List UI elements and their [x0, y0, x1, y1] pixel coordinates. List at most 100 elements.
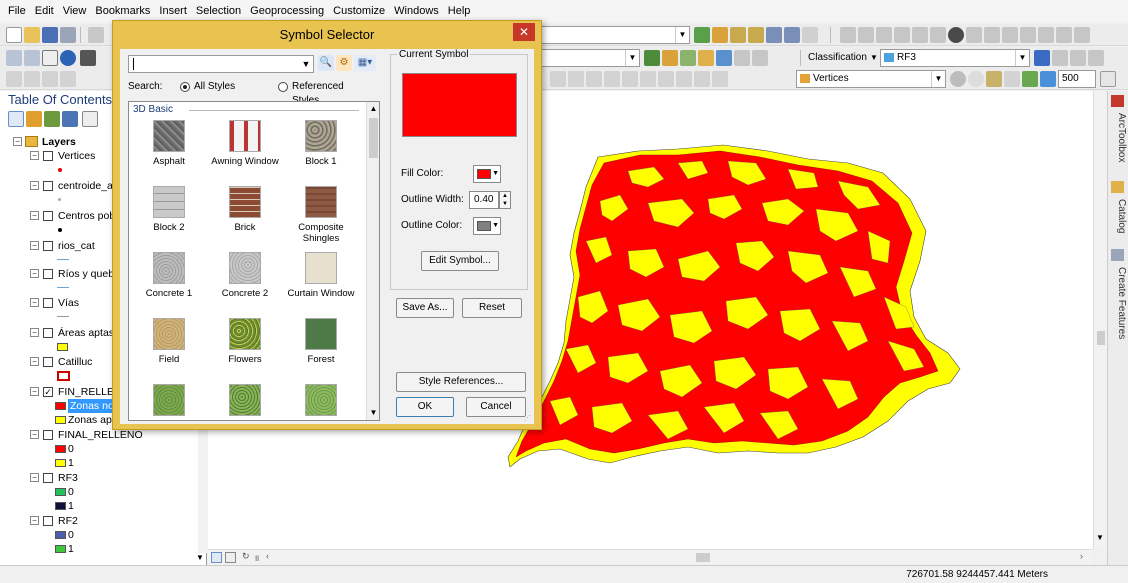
brightness-icon[interactable]: [968, 71, 984, 87]
gray-point-symbol-icon[interactable]: [58, 198, 61, 201]
swipe-icon[interactable]: [716, 50, 732, 66]
symbol-curtain-window[interactable]: Curtain Window: [285, 252, 357, 314]
chevron-down-icon[interactable]: ▼: [299, 56, 313, 72]
effects-layer-icon[interactable]: [1022, 71, 1038, 87]
outline-width-spinner[interactable]: ▲ ▼: [499, 191, 511, 209]
layer-visibility-checkbox[interactable]: [43, 269, 53, 279]
symbol-awning-window[interactable]: Awning Window: [209, 120, 281, 182]
menu-bookmarks[interactable]: Bookmarks: [95, 5, 150, 17]
edit-annotation-icon[interactable]: [24, 71, 40, 87]
open-folder-icon[interactable]: [24, 27, 40, 43]
symbol-block-2[interactable]: Block 2: [133, 186, 205, 248]
toc-legend-final-relleno-0[interactable]: 0: [0, 442, 198, 456]
trace-icon[interactable]: [748, 27, 764, 43]
georef-icon[interactable]: [752, 50, 768, 66]
edit-tool-icon[interactable]: [6, 71, 22, 87]
search-icon[interactable]: 🔍: [318, 55, 334, 71]
measure-icon[interactable]: [966, 27, 982, 43]
red-fill-symbol-icon[interactable]: [55, 402, 66, 410]
rotate-icon[interactable]: [658, 71, 674, 87]
symbol-asphalt[interactable]: Asphalt: [133, 120, 205, 182]
fill-color-picker[interactable]: ▼: [473, 165, 501, 183]
layer-visibility-checkbox[interactable]: [43, 328, 53, 338]
map-vertical-scroll-thumb[interactable]: [1097, 331, 1105, 345]
symbol-concrete-2[interactable]: Concrete 2: [209, 252, 281, 314]
search-input[interactable]: ▼: [128, 55, 314, 73]
list-by-source-icon[interactable]: [26, 111, 42, 127]
midpoint-icon[interactable]: [604, 71, 620, 87]
html-popup-icon[interactable]: [1038, 27, 1054, 43]
symbol-grass-3[interactable]: [285, 384, 357, 420]
symbol-list-scroll-thumb[interactable]: [369, 118, 378, 158]
new-document-icon[interactable]: [6, 27, 22, 43]
referenced-styles-radio[interactable]: [278, 82, 288, 92]
outline-color-picker[interactable]: ▼: [473, 217, 501, 235]
reset-button[interactable]: Reset: [462, 298, 522, 318]
align-icon[interactable]: [858, 27, 874, 43]
map-horizontal-scrollbar[interactable]: ↻ ॥ ‹ ›: [208, 549, 1093, 565]
symbol-concrete-1[interactable]: Concrete 1: [133, 252, 205, 314]
yellow-fill-symbol-icon[interactable]: [55, 459, 66, 467]
reshape-feature-icon[interactable]: [60, 71, 76, 87]
pin-icon[interactable]: [1088, 50, 1104, 66]
refresh-icon[interactable]: ↻: [242, 551, 250, 562]
layer-visibility-checkbox-checked[interactable]: ✓: [43, 387, 53, 397]
symbol-list-scrollbar[interactable]: ▲ ▼: [366, 102, 379, 420]
contour-icon[interactable]: [662, 50, 678, 66]
layer-visibility-checkbox[interactable]: [43, 430, 53, 440]
arctoolbox-tab[interactable]: ArcToolbox: [1110, 95, 1127, 175]
layer-visibility-checkbox[interactable]: [43, 151, 53, 161]
toc-scroll-down-icon[interactable]: ▼: [196, 553, 204, 562]
tool-combo[interactable]: ▼: [540, 26, 690, 44]
training-sample-icon[interactable]: [1052, 50, 1068, 66]
symbol-composite-shingles[interactable]: Composite Shingles: [285, 186, 357, 248]
search-options-icon[interactable]: ⚙: [336, 55, 352, 71]
scale-icon[interactable]: [1040, 71, 1056, 87]
create-features-tab[interactable]: Create Features: [1110, 249, 1127, 349]
layer-visibility-checkbox[interactable]: [43, 298, 53, 308]
menu-customize[interactable]: Customize: [333, 5, 385, 17]
menu-insert[interactable]: Insert: [159, 5, 187, 17]
time-slider-icon[interactable]: [1056, 27, 1072, 43]
spatial-analyst-icon[interactable]: [644, 50, 660, 66]
full-extent-icon[interactable]: [60, 50, 76, 66]
classification-label[interactable]: Classification: [808, 50, 867, 66]
all-styles-radio[interactable]: [180, 82, 190, 92]
straight-line-icon[interactable]: [550, 71, 566, 87]
arc-icon[interactable]: [568, 71, 584, 87]
yellow-fill-symbol-icon[interactable]: [57, 343, 68, 351]
menu-geoprocessing[interactable]: Geoprocessing: [250, 5, 324, 17]
layer-visibility-checkbox[interactable]: [43, 516, 53, 526]
map-vertical-scrollbar[interactable]: ▼: [1093, 91, 1107, 549]
scale-spinner-icon[interactable]: [1100, 71, 1116, 87]
sketch-tool-icon[interactable]: [712, 27, 728, 43]
create-features-icon[interactable]: [712, 71, 728, 87]
navy-fill-symbol-icon[interactable]: [55, 502, 66, 510]
find-icon[interactable]: [1002, 27, 1018, 43]
layer-visibility-checkbox[interactable]: [43, 211, 53, 221]
toc-legend-final-relleno-1[interactable]: 1: [0, 456, 198, 470]
layer-visibility-checkbox[interactable]: [43, 241, 53, 251]
layer-visibility-checkbox[interactable]: [43, 357, 53, 367]
black-point-symbol-icon[interactable]: [58, 228, 62, 232]
hyperlink-icon[interactable]: [984, 27, 1000, 43]
symbol-flowers[interactable]: Flowers: [209, 318, 281, 380]
scroll-down-icon[interactable]: ▼: [1096, 533, 1104, 542]
ok-button[interactable]: OK: [396, 397, 454, 417]
symbol-field[interactable]: Field: [133, 318, 205, 380]
menu-help[interactable]: Help: [448, 5, 471, 17]
polygon-select-icon[interactable]: [1070, 50, 1086, 66]
cancel-button[interactable]: Cancel: [466, 397, 526, 417]
cut-icon[interactable]: [88, 27, 104, 43]
view-mode-icon[interactable]: ▦▾: [354, 55, 376, 71]
style-references-button[interactable]: Style References...: [396, 372, 526, 392]
resize-grip-icon[interactable]: ⋰: [524, 414, 532, 422]
scroll-down-icon[interactable]: ▼: [367, 406, 379, 420]
pause-drawing-icon[interactable]: ॥: [254, 551, 259, 564]
zoom-in-icon[interactable]: [6, 50, 22, 66]
contrast-icon[interactable]: [950, 71, 966, 87]
hollow-red-symbol-icon[interactable]: [57, 371, 70, 381]
editor-icon[interactable]: [694, 27, 710, 43]
fixed-zoom-icon[interactable]: [80, 50, 96, 66]
outline-width-input[interactable]: 0.40: [469, 191, 499, 209]
